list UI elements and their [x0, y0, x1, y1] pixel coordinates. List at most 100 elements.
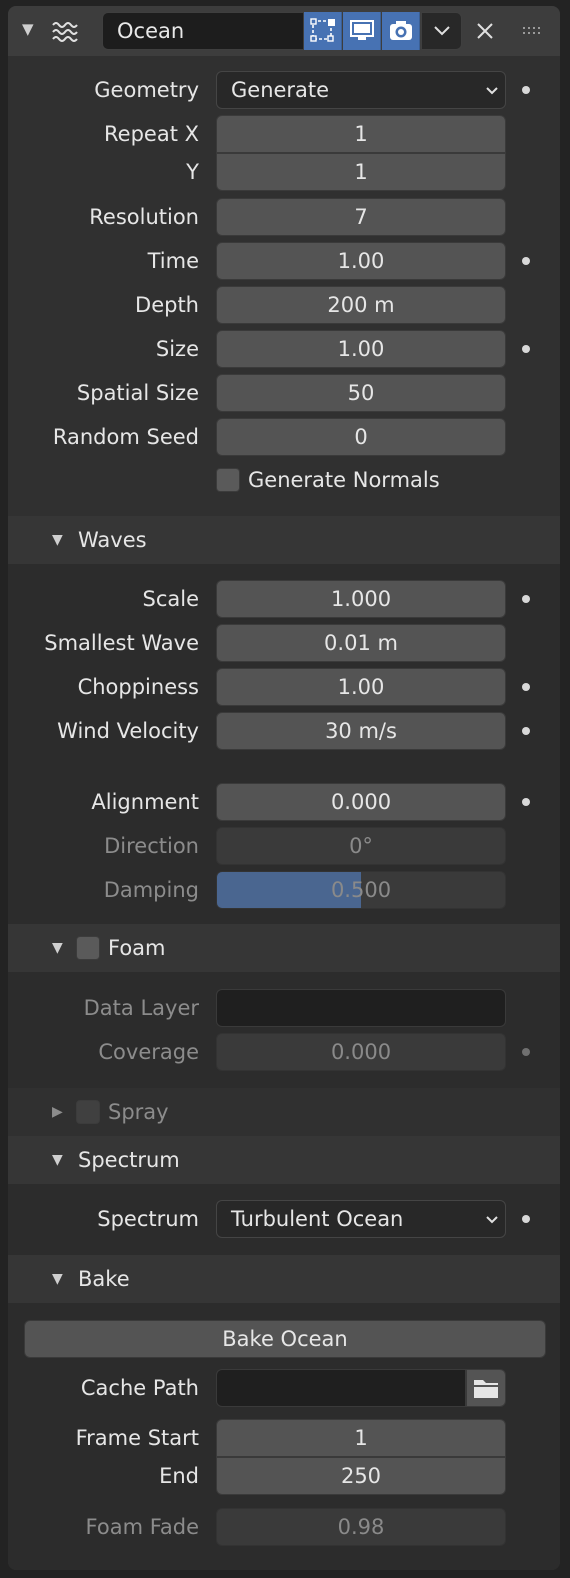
coverage-row: Coverage 0.000 [8, 1033, 560, 1071]
keyframe-dot-icon[interactable] [522, 257, 530, 265]
remove-modifier-button[interactable] [470, 14, 500, 48]
bake-subpanel-header[interactable]: ▼ Bake [8, 1255, 560, 1303]
choppiness-row: Choppiness 1.00 [8, 668, 560, 706]
resolution-row: Resolution 7 [8, 198, 560, 236]
data-layer-row: Data Layer [8, 989, 560, 1027]
ocean-modifier-icon [52, 22, 78, 42]
collapse-arrow-icon[interactable]: ▼ [52, 1152, 63, 1168]
keyframe-dot-icon[interactable] [522, 345, 530, 353]
ocean-modifier-panel: ▼ Ocean Geometry Generate Repeat X 1 Y 1… [8, 6, 560, 1570]
repeat-x-label: Repeat X [104, 122, 199, 146]
collapse-arrow-icon[interactable]: ▼ [52, 940, 63, 956]
damping-value: 0.500 [330, 878, 392, 902]
repeat-y-label: Y [186, 160, 199, 184]
size-field[interactable]: 1.00 [216, 330, 506, 368]
collapse-arrow-icon[interactable]: ▼ [52, 1271, 63, 1287]
keyframe-dot-icon[interactable] [522, 683, 530, 691]
direction-row: Direction 0° [8, 827, 560, 865]
alignment-field[interactable]: 0.000 [216, 783, 506, 821]
choppiness-field[interactable]: 1.00 [216, 668, 506, 706]
frame-end-field[interactable]: 250 [216, 1457, 506, 1495]
resolution-field[interactable]: 7 [216, 198, 506, 236]
wind-velocity-field[interactable]: 30 m/s [216, 712, 506, 750]
modifier-name-input[interactable]: Ocean [102, 12, 304, 50]
edit-mode-toggle[interactable] [304, 12, 342, 50]
browse-folder-button[interactable] [466, 1369, 506, 1407]
grip-icon[interactable] [522, 20, 544, 42]
viewport-icon [349, 20, 374, 40]
viewport-toggle[interactable] [343, 12, 381, 50]
keyframe-dot-icon[interactable] [522, 86, 530, 94]
keyframe-dot-icon[interactable] [522, 727, 530, 735]
foam-subpanel-header[interactable]: ▼ Foam [8, 924, 560, 972]
generate-normals-label[interactable]: Generate Normals [248, 461, 440, 499]
close-icon [477, 23, 493, 39]
generate-normals-checkbox[interactable] [216, 468, 240, 492]
time-field[interactable]: 1.00 [216, 242, 506, 280]
spray-title: Spray [108, 1100, 169, 1124]
repeat-x-field[interactable]: 1 [216, 115, 506, 153]
spray-subpanel-header[interactable]: ▶ Spray [8, 1088, 560, 1136]
foam-fade-row: Foam Fade 0.98 [8, 1508, 560, 1546]
direction-label: Direction [104, 834, 199, 858]
bake-ocean-button[interactable]: Bake Ocean [24, 1320, 546, 1358]
collapse-arrow-icon[interactable]: ▼ [22, 20, 34, 38]
foam-fade-label: Foam Fade [85, 1515, 199, 1539]
depth-label: Depth [135, 293, 199, 317]
frame-end-label: End [159, 1464, 199, 1488]
foam-title: Foam [108, 936, 166, 960]
frame-start-row: Frame Start 1 [8, 1419, 560, 1457]
depth-row: Depth 200 m [8, 286, 560, 324]
collapse-arrow-icon[interactable]: ▼ [52, 532, 63, 548]
cache-path-input[interactable] [216, 1369, 466, 1407]
data-layer-field[interactable] [216, 989, 506, 1027]
random-seed-field[interactable]: 0 [216, 418, 506, 456]
scale-label: Scale [142, 587, 200, 611]
repeat-y-field[interactable]: 1 [216, 153, 506, 191]
spatial-size-field[interactable]: 50 [216, 374, 506, 412]
coverage-field[interactable]: 0.000 [216, 1033, 506, 1071]
spectrum-subpanel-header[interactable]: ▼ Spectrum [8, 1136, 560, 1184]
time-label: Time [147, 249, 199, 273]
coverage-label: Coverage [98, 1040, 199, 1064]
render-icon [389, 21, 412, 40]
spectrum-title: Spectrum [78, 1148, 180, 1172]
frame-start-label: Frame Start [75, 1426, 199, 1450]
keyframe-dot-icon[interactable] [522, 595, 530, 603]
repeat-y-row: Y 1 [8, 153, 560, 191]
time-row: Time 1.00 [8, 242, 560, 280]
size-label: Size [155, 337, 199, 361]
spray-checkbox[interactable] [76, 1100, 100, 1124]
scale-row: Scale 1.000 [8, 580, 560, 618]
smallest-wave-row: Smallest Wave 0.01 m [8, 624, 560, 662]
folder-icon [474, 1380, 498, 1398]
depth-field[interactable]: 200 m [216, 286, 506, 324]
chevron-down-icon [486, 1216, 498, 1224]
modifier-header: ▼ Ocean [8, 6, 560, 56]
modifier-menu-dropdown[interactable] [421, 12, 462, 50]
smallest-wave-field[interactable]: 0.01 m [216, 624, 506, 662]
scale-field[interactable]: 1.000 [216, 580, 506, 618]
render-toggle[interactable] [382, 12, 420, 50]
choppiness-label: Choppiness [77, 675, 199, 699]
geometry-select[interactable]: Generate [216, 71, 506, 109]
foam-fade-field[interactable]: 0.98 [216, 1508, 506, 1546]
wind-velocity-row: Wind Velocity 30 m/s [8, 712, 560, 750]
expand-arrow-icon[interactable]: ▶ [52, 1104, 63, 1120]
repeat-x-row: Repeat X 1 [8, 115, 560, 153]
keyframe-dot-icon[interactable] [522, 1215, 530, 1223]
geometry-value: Generate [231, 78, 330, 102]
keyframe-dot-icon[interactable] [522, 1048, 530, 1056]
cache-path-row: Cache Path [8, 1369, 560, 1407]
spectrum-select[interactable]: Turbulent Ocean [216, 1200, 506, 1238]
frame-start-field[interactable]: 1 [216, 1419, 506, 1457]
direction-field[interactable]: 0° [216, 827, 506, 865]
damping-slider[interactable]: 0.500 [216, 871, 506, 909]
waves-subpanel-header[interactable]: ▼ Waves [8, 516, 560, 564]
keyframe-dot-icon[interactable] [522, 798, 530, 806]
alignment-label: Alignment [91, 790, 199, 814]
size-row: Size 1.00 [8, 330, 560, 368]
foam-checkbox[interactable] [76, 936, 100, 960]
waves-title: Waves [78, 528, 147, 552]
spectrum-label: Spectrum [97, 1207, 199, 1231]
